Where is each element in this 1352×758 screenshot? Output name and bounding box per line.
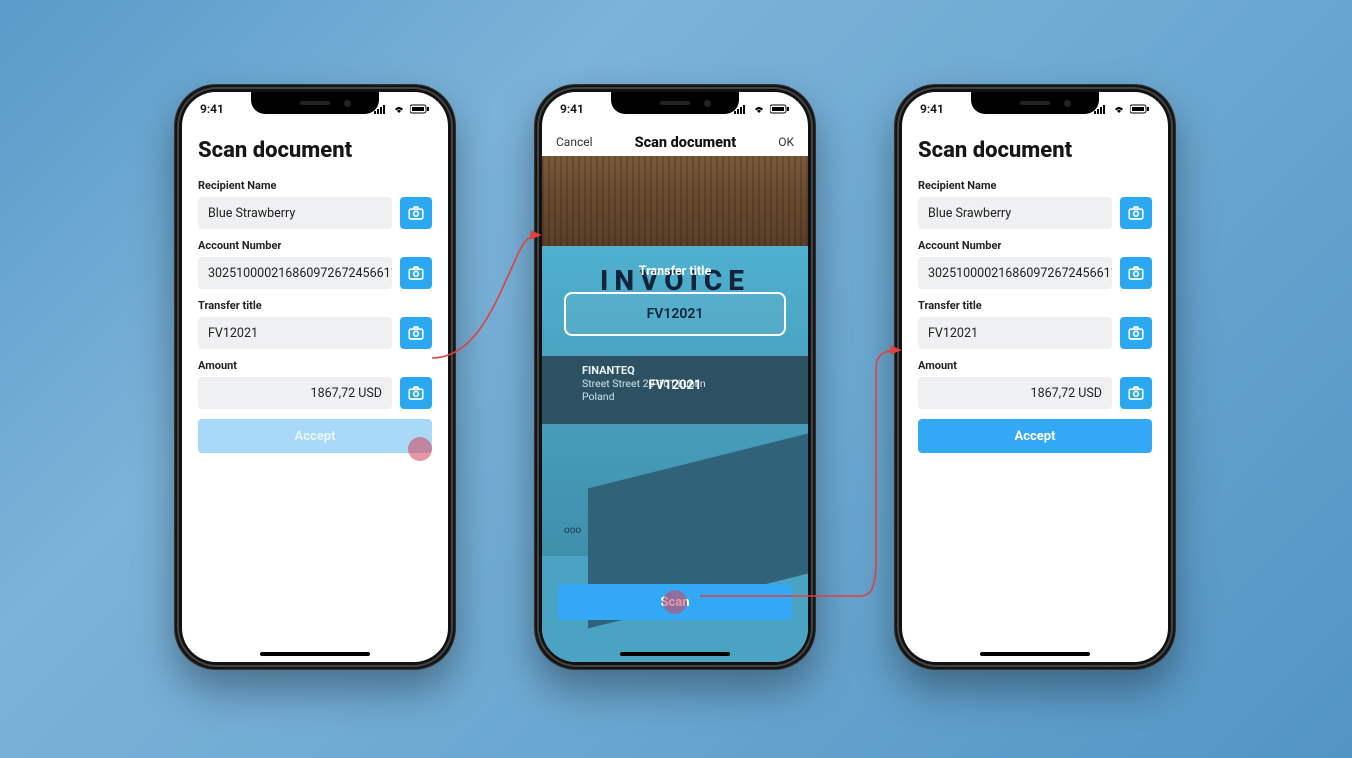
status-time: 9:41	[200, 102, 224, 116]
account-label: Account Number	[918, 239, 1152, 252]
page-title: Scan document	[918, 138, 1152, 163]
invoice-smalltext: ooo	[564, 525, 581, 536]
amount-input[interactable]: 1867,72 USD	[198, 377, 392, 409]
camera-button-amount[interactable]	[1120, 377, 1152, 409]
phone-form-initial: 9:41 Scan document Recipient Name Blue S…	[174, 84, 456, 670]
recipient-label: Recipient Name	[198, 179, 432, 192]
camera-button-recipient[interactable]	[1120, 197, 1152, 229]
amount-input[interactable]: 1867,72 USD	[918, 377, 1112, 409]
phone-form-complete: 9:41 Scan document Recipient Name Blue S…	[894, 84, 1176, 670]
transfer-input[interactable]: FV12021	[918, 317, 1112, 349]
transfer-value: FV12021	[928, 326, 978, 341]
recipient-label: Recipient Name	[918, 179, 1152, 192]
phone-notch	[251, 92, 379, 114]
home-indicator	[620, 652, 730, 656]
recipient-value: Blue Srawberry	[928, 206, 1011, 221]
account-input[interactable]: 302510000216860972672456611	[918, 257, 1112, 289]
accept-button[interactable]: Accept	[198, 419, 432, 453]
camera-button-recipient[interactable]	[400, 197, 432, 229]
amount-value: 1867,72 USD	[1031, 386, 1102, 401]
scan-overlay-label: Transfer title	[542, 264, 808, 279]
recipient-value: Blue Strawberry	[208, 206, 295, 221]
camera-icon	[1127, 384, 1145, 402]
battery-icon	[1130, 104, 1150, 114]
recipient-input[interactable]: Blue Srawberry	[918, 197, 1112, 229]
cancel-button[interactable]: Cancel	[556, 135, 593, 149]
camera-icon	[407, 324, 425, 342]
status-time: 9:41	[560, 102, 584, 116]
transfer-input[interactable]: FV12021	[198, 317, 392, 349]
amount-label: Amount	[198, 359, 432, 372]
camera-button-transfer[interactable]	[1120, 317, 1152, 349]
accept-label: Accept	[1014, 429, 1055, 444]
accept-label: Accept	[294, 429, 335, 444]
camera-button-account[interactable]	[400, 257, 432, 289]
invoice-area: INVOICE Transfer title FV12021 FINANTEQ …	[542, 246, 808, 556]
transfer-label: Transfer title	[918, 299, 1152, 312]
account-value: 302510000216860972672456611	[928, 266, 1112, 281]
transfer-value: FV12021	[208, 326, 258, 341]
recognized-text: FV12021	[542, 378, 808, 393]
company-name: FINANTEQ	[582, 364, 768, 377]
camera-view: INVOICE Transfer title FV12021 FINANTEQ …	[542, 156, 808, 662]
amount-label: Amount	[918, 359, 1152, 372]
camera-icon	[1127, 324, 1145, 342]
scan-button[interactable]: Scan	[558, 584, 792, 620]
accept-button[interactable]: Accept	[918, 419, 1152, 453]
camera-icon	[1127, 204, 1145, 222]
scan-target-box: FV12021	[564, 292, 786, 336]
status-icons	[1094, 104, 1150, 114]
phone-notch	[611, 92, 739, 114]
status-icons	[734, 104, 790, 114]
account-input[interactable]: 302510000216860972672456611	[198, 257, 392, 289]
wifi-icon	[1112, 104, 1126, 114]
wifi-icon	[752, 104, 766, 114]
status-time: 9:41	[920, 102, 944, 116]
scan-label: Scan	[660, 595, 689, 610]
camera-button-transfer[interactable]	[400, 317, 432, 349]
account-label: Account Number	[198, 239, 432, 252]
account-value: 302510000216860972672456611	[208, 266, 392, 281]
amount-value: 1867,72 USD	[311, 386, 382, 401]
camera-icon	[1127, 264, 1145, 282]
transfer-label: Transfer title	[198, 299, 432, 312]
camera-icon	[407, 204, 425, 222]
home-indicator	[980, 652, 1090, 656]
page-title: Scan document	[198, 138, 432, 163]
battery-icon	[410, 104, 430, 114]
recipient-input[interactable]: Blue Strawberry	[198, 197, 392, 229]
camera-button-amount[interactable]	[400, 377, 432, 409]
status-icons	[374, 104, 430, 114]
scan-captured-text: FV12021	[647, 306, 704, 322]
page-title: Scan document	[635, 134, 737, 151]
battery-icon	[770, 104, 790, 114]
phone-notch	[971, 92, 1099, 114]
camera-button-account[interactable]	[1120, 257, 1152, 289]
camera-icon	[407, 384, 425, 402]
camera-icon	[407, 264, 425, 282]
background-wood	[542, 156, 808, 246]
ok-button[interactable]: OK	[778, 135, 794, 149]
home-indicator	[260, 652, 370, 656]
wifi-icon	[392, 104, 406, 114]
phone-camera-scan: 9:41 Cancel Scan document OK INVOICE Tra…	[534, 84, 816, 670]
